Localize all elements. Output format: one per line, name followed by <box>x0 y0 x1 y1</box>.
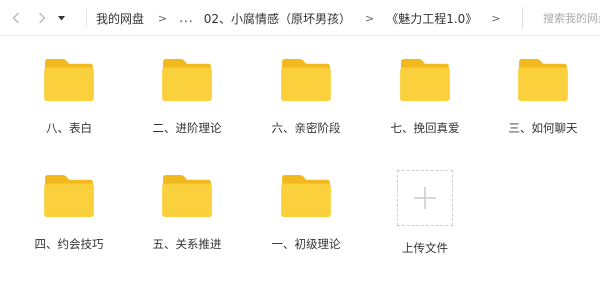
caret-down-icon <box>57 15 65 20</box>
folder-icon <box>400 58 450 102</box>
folder-item[interactable]: 三、如何聊天 <box>493 36 593 136</box>
folder-item[interactable]: 一、初级理论 <box>256 152 356 252</box>
breadcrumb-separator: > <box>364 11 375 25</box>
breadcrumb-current[interactable]: 《魅力工程1.0》 <box>386 10 477 27</box>
history-dropdown-button[interactable] <box>54 8 68 28</box>
toolbar: 我的网盘 > ... 02、小腐情感（原坏男孩） > 《魅力工程1.0》 > <box>0 0 600 36</box>
breadcrumb-parent[interactable]: 02、小腐情感（原坏男孩） <box>204 10 351 27</box>
breadcrumb-ellipsis[interactable]: ... <box>179 11 193 25</box>
chevron-left-icon <box>12 12 19 24</box>
folder-label: 四、约会技巧 <box>34 237 104 251</box>
folder-item[interactable]: 八、表白 <box>19 36 119 136</box>
back-button[interactable] <box>6 8 26 28</box>
breadcrumb-separator: > <box>491 11 501 25</box>
chevron-right-icon <box>39 12 46 24</box>
upload-label: 上传文件 <box>402 241 448 255</box>
upload-item[interactable]: 上传文件 <box>375 170 475 270</box>
folder-item[interactable]: 七、挽回真爱 <box>375 36 475 136</box>
folder-label: 五、关系推进 <box>152 237 222 251</box>
folder-label: 一、初级理论 <box>271 237 341 251</box>
folder-icon <box>44 174 94 218</box>
forward-button[interactable] <box>32 8 52 28</box>
file-grid: 八、表白 二、进阶理论 六、亲密阶段 七、挽回真爱 三、如何聊天 四、约会技巧 … <box>0 36 600 290</box>
toolbar-divider <box>86 9 87 27</box>
search-input[interactable] <box>543 11 600 25</box>
folder-label: 二、进阶理论 <box>152 121 222 135</box>
search-box <box>522 7 600 29</box>
folder-icon <box>281 58 331 102</box>
folder-item[interactable]: 四、约会技巧 <box>19 152 119 252</box>
folder-icon <box>518 58 568 102</box>
breadcrumb: 我的网盘 > ... 02、小腐情感（原坏男孩） > 《魅力工程1.0》 > <box>96 0 513 36</box>
folder-icon <box>162 174 212 218</box>
folder-item[interactable]: 五、关系推进 <box>137 152 237 252</box>
folder-item[interactable]: 六、亲密阶段 <box>256 36 356 136</box>
folder-label: 八、表白 <box>46 121 92 135</box>
folder-item[interactable]: 二、进阶理论 <box>137 36 237 136</box>
folder-label: 三、如何聊天 <box>508 121 578 135</box>
folder-label: 六、亲密阶段 <box>271 121 341 135</box>
folder-icon <box>281 174 331 218</box>
folder-icon <box>162 58 212 102</box>
plus-icon <box>414 187 436 209</box>
breadcrumb-root[interactable]: 我的网盘 <box>96 10 144 27</box>
upload-button[interactable] <box>397 170 453 226</box>
folder-label: 七、挽回真爱 <box>390 121 460 135</box>
breadcrumb-separator: > <box>158 11 168 25</box>
folder-icon <box>44 58 94 102</box>
